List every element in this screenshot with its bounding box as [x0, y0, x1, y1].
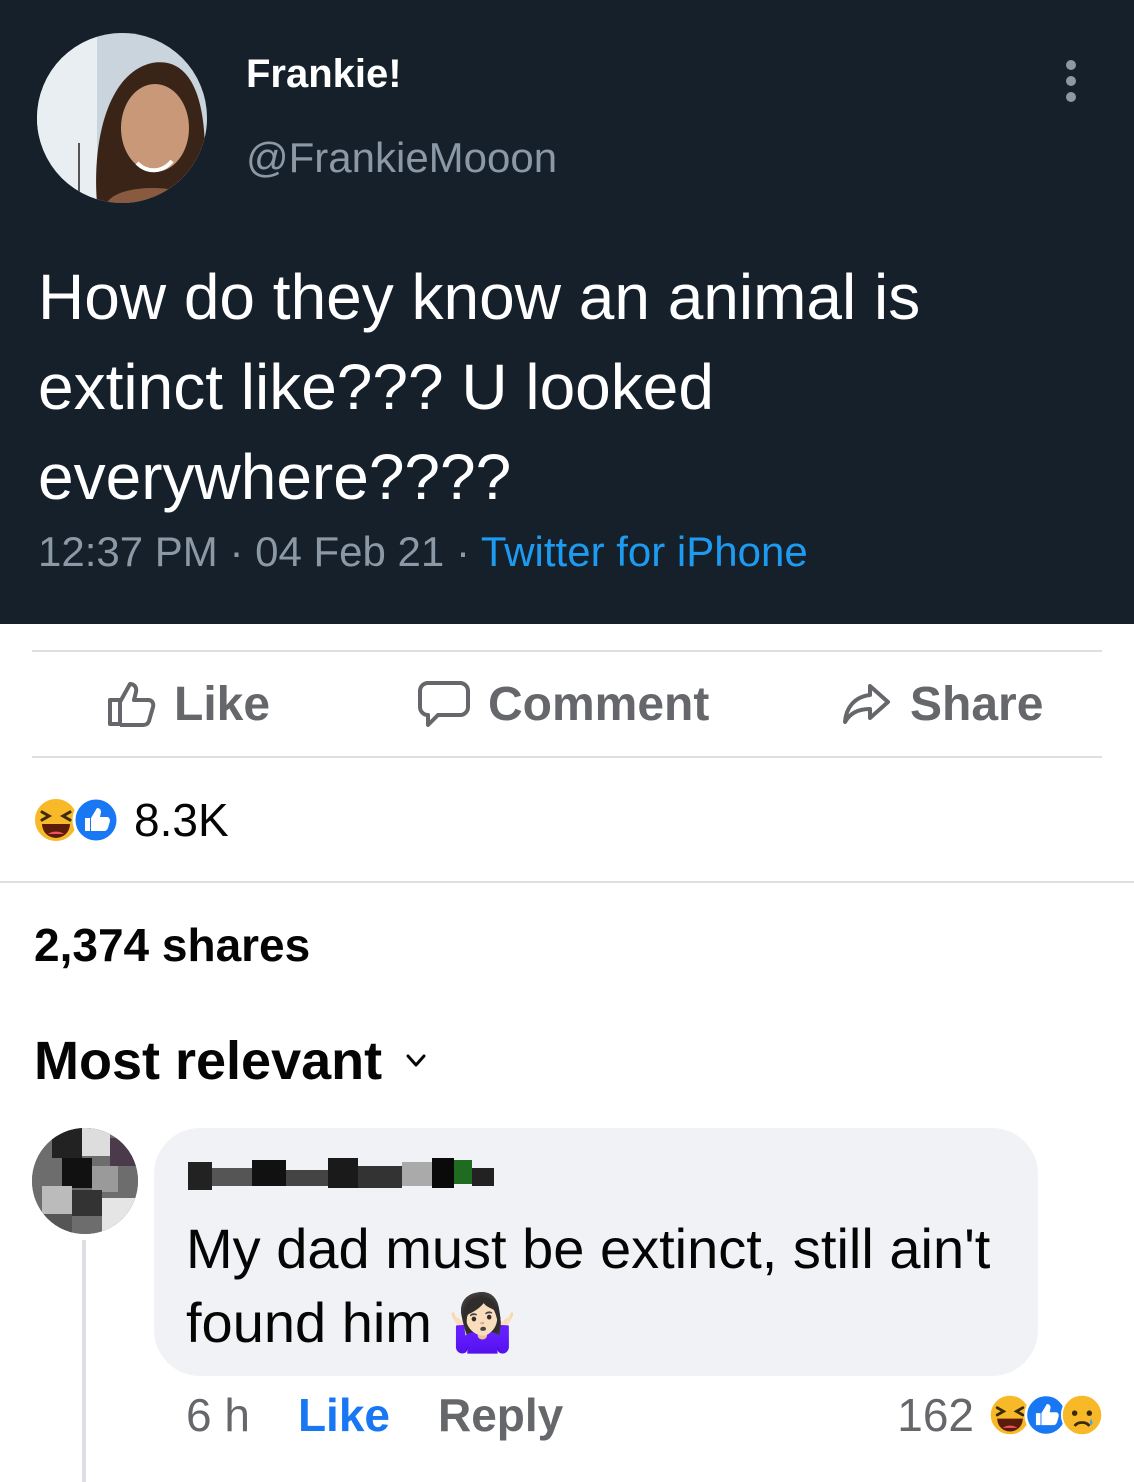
tweet-source[interactable]: Twitter for iPhone [481, 528, 808, 575]
sad-reaction-icon [1060, 1393, 1104, 1437]
thread-line [82, 1240, 86, 1482]
post-action-bar: Like Comment Share [32, 652, 1102, 756]
comment-icon [418, 681, 470, 727]
meta-separator: · [455, 528, 470, 575]
section-divider [0, 881, 1134, 883]
tweet-author-avatar [37, 33, 207, 203]
commenter-avatar[interactable] [32, 1128, 138, 1234]
tweet-meta: 12:37 PM · 04 Feb 21 · Twitter for iPhon… [38, 528, 808, 576]
tweet-text: How do they know an animal is extinct li… [38, 261, 921, 513]
comment-label: Comment [488, 677, 710, 731]
meta-separator: · [229, 528, 244, 575]
comment-text: My dad must be extinct, still ain't foun… [186, 1212, 1026, 1360]
more-options-icon[interactable] [1058, 60, 1084, 106]
comment-body: My dad must be extinct, still ain't foun… [186, 1217, 991, 1354]
comment-reaction-count: 162 [897, 1389, 974, 1441]
tweet-handle[interactable]: @FrankieMooon [246, 134, 557, 182]
share-arrow-icon [843, 684, 890, 724]
comment-reply-button[interactable]: Reply [438, 1388, 563, 1442]
comment-sort-dropdown[interactable]: Most relevant [34, 1030, 426, 1092]
reaction-count: 8.3K [134, 794, 229, 846]
divider [32, 756, 1102, 758]
comment-footer: 6 h Like Reply [186, 1388, 563, 1442]
comment-time[interactable]: 6 h [186, 1388, 250, 1442]
share-label: Share [910, 677, 1044, 731]
comment-bubble: My dad must be extinct, still ain't foun… [154, 1128, 1038, 1376]
commenter-name-redacted [188, 1158, 494, 1190]
like-reaction-icon [72, 796, 120, 844]
tweet-screenshot: Frankie! @FrankieMooon How do they know … [0, 0, 1134, 624]
sort-label: Most relevant [34, 1031, 383, 1091]
reaction-summary[interactable]: 8.3K [32, 790, 229, 850]
tweet-date: 04 Feb 21 [255, 528, 445, 575]
comment-reactions[interactable]: 162 [897, 1388, 1104, 1442]
tweet-display-name[interactable]: Frankie! [246, 52, 402, 97]
shrug-emoji: 🤷🏻‍♀️ [447, 1291, 518, 1354]
shares-count[interactable]: 2,374 shares [34, 918, 310, 972]
chevron-down-icon [406, 1054, 426, 1067]
like-label: Like [174, 677, 271, 731]
share-button[interactable]: Share [842, 652, 1043, 756]
like-button[interactable]: Like [106, 652, 270, 756]
comment-button[interactable]: Comment [418, 652, 709, 756]
thumbs-up-icon [108, 682, 156, 727]
tweet-time: 12:37 PM [38, 528, 218, 575]
comment-like-button[interactable]: Like [298, 1388, 390, 1442]
